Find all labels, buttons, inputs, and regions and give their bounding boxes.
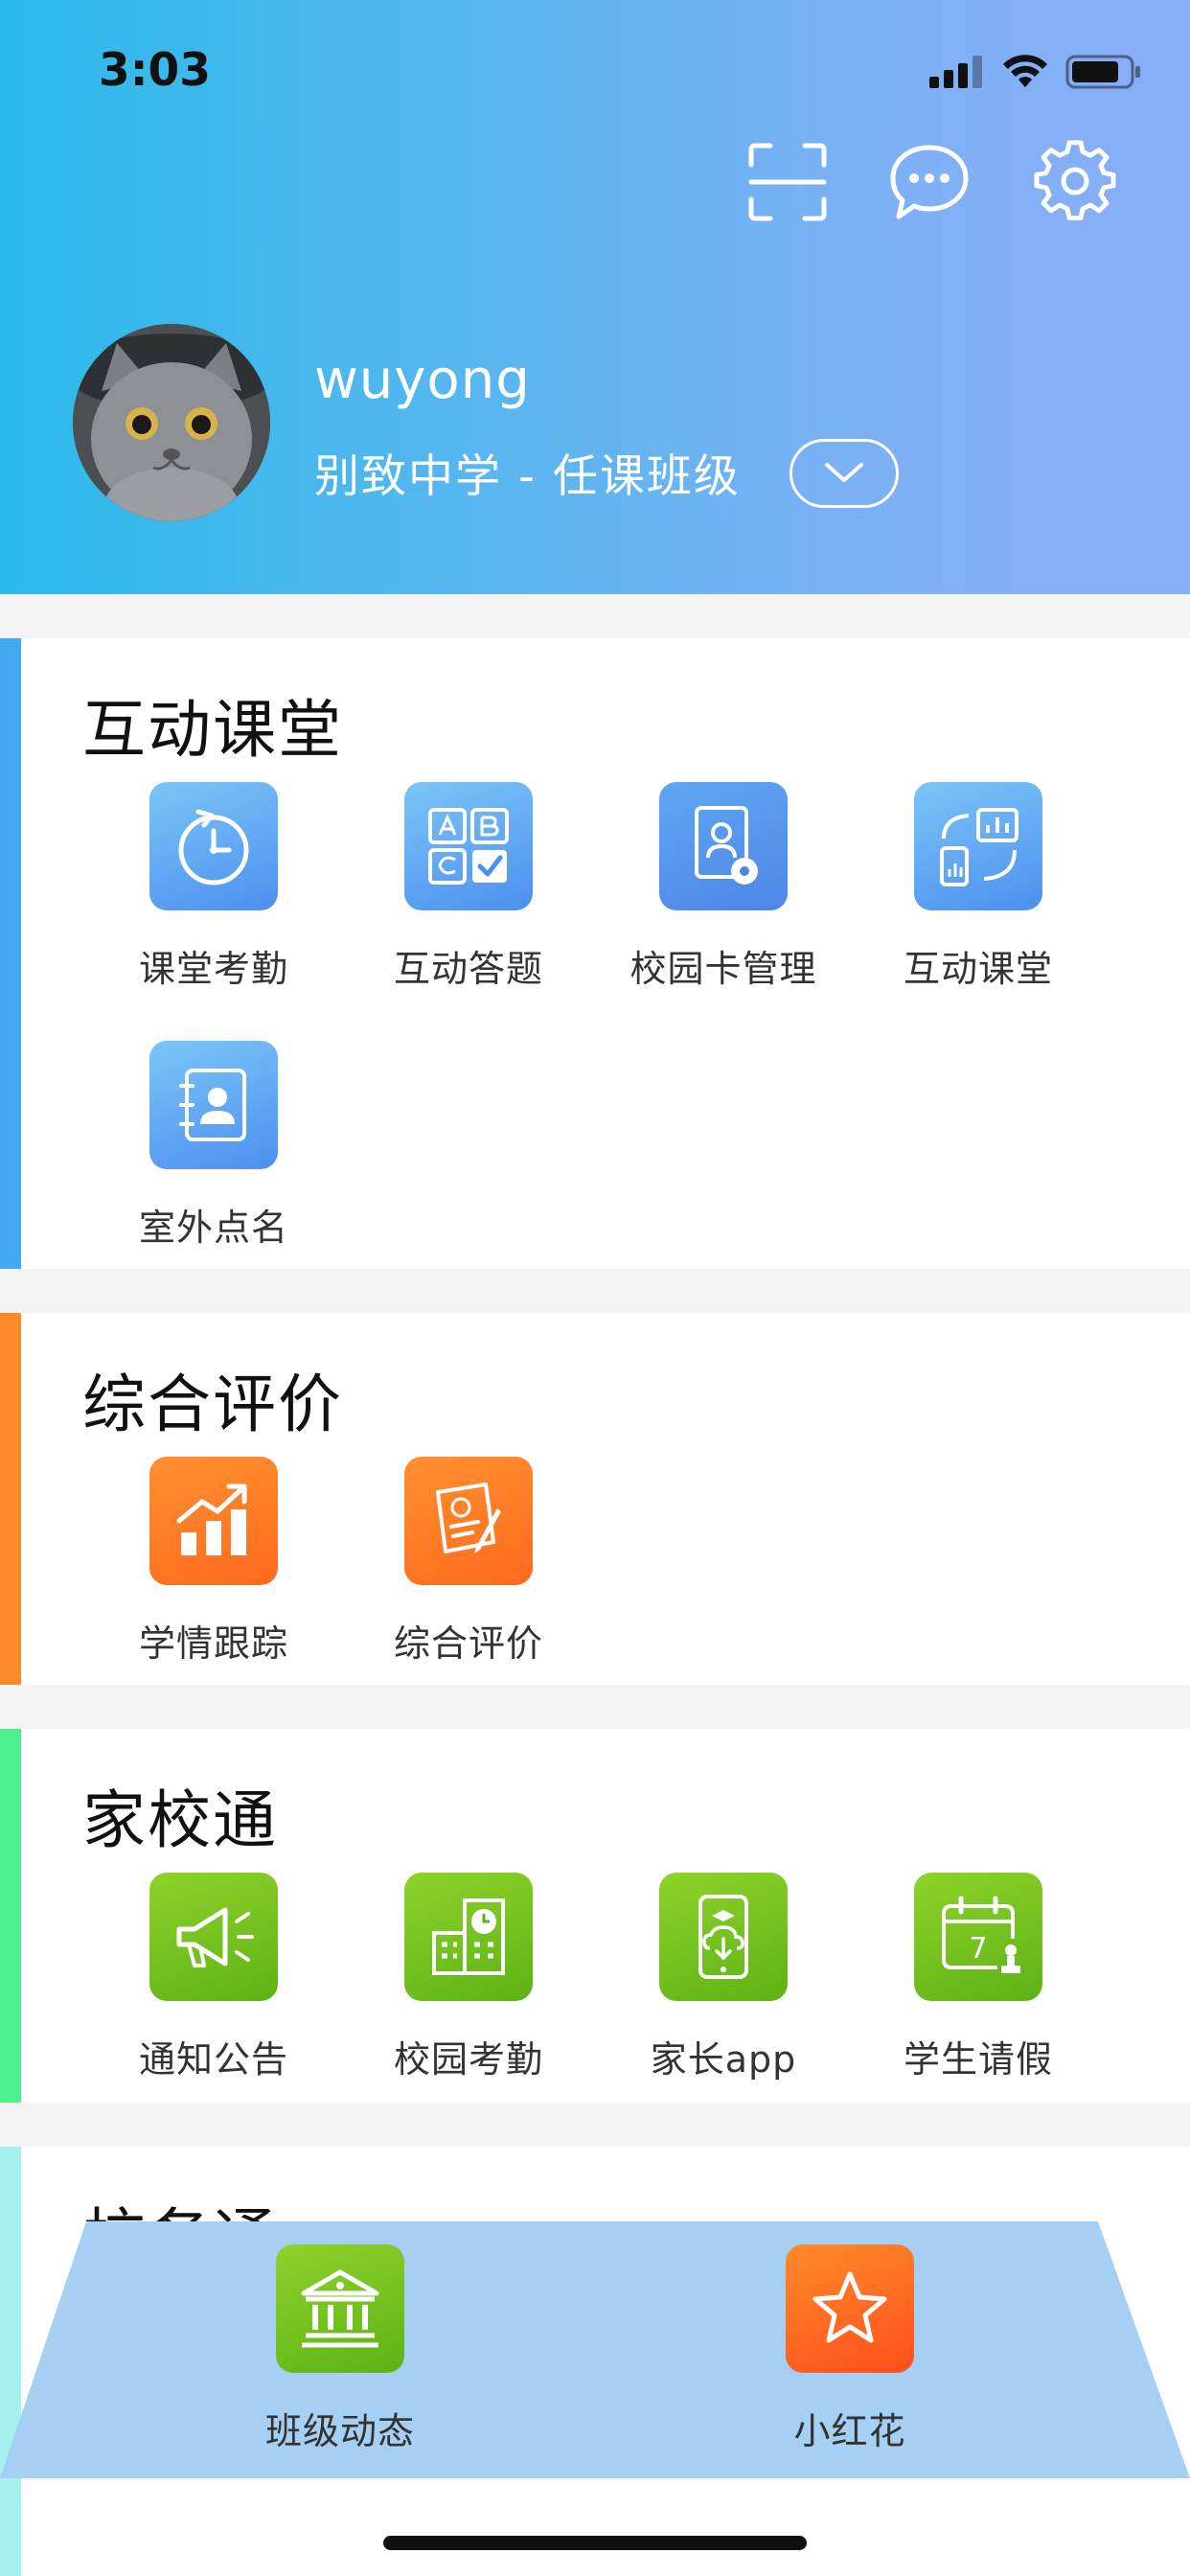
section-title: 家校通 — [82, 1783, 278, 1857]
settings-icon[interactable] — [1033, 140, 1117, 224]
home-indicator[interactable] — [383, 2536, 807, 2550]
section-title: 互动课堂 — [82, 693, 343, 767]
school-class-label: 别致中学 - 任课班级 — [314, 450, 741, 503]
card-settings-icon — [659, 782, 788, 910]
section-home-school: 家校通 通知公告 校园考勤 家长app 7 学生请假 — [0, 1729, 1190, 2103]
section-title: 综合评价 — [82, 1368, 343, 1441]
tile-label: 课堂考勤 — [138, 948, 288, 990]
class-switch-button[interactable] — [790, 439, 899, 508]
tile-interactive-quiz[interactable]: 互动答题 — [341, 782, 596, 1002]
tile-label: 学情跟踪 — [138, 1622, 288, 1665]
app-screen: 3:03 wuyong 别致中学 - 任课班级 互动课堂 课堂考勤 互动答题 校… — [0, 0, 1190, 2576]
section-interactive-class: 互动课堂 课堂考勤 互动答题 校园卡管理 互动课堂 室外点名 — [0, 638, 1190, 1269]
megaphone-icon — [149, 1873, 278, 2001]
tile-learning-tracking[interactable]: 学情跟踪 — [86, 1457, 341, 1677]
status-icons — [929, 54, 1142, 90]
tile-label: 学生请假 — [903, 2038, 1053, 2081]
chevron-down-icon — [825, 463, 863, 482]
svg-text:7: 7 — [969, 1932, 987, 1966]
message-icon[interactable] — [887, 140, 972, 224]
tile-label: 室外点名 — [138, 1207, 288, 1249]
building-clock-icon — [404, 1873, 533, 2001]
institution-icon — [276, 2244, 404, 2373]
interactive-class-icon — [914, 782, 1042, 910]
floating-quick-bar: 班级动态 小红花 — [0, 2221, 1190, 2478]
tile-parent-app[interactable]: 家长app — [596, 1873, 851, 2093]
scan-icon[interactable] — [745, 140, 830, 224]
growth-chart-icon — [149, 1457, 278, 1585]
tile-label: 校园卡管理 — [629, 948, 817, 990]
clock-attendance-icon — [149, 782, 278, 910]
tile-label: 综合评价 — [393, 1622, 543, 1665]
username: wuyong — [314, 349, 531, 411]
star-icon — [786, 2244, 914, 2373]
section-accent-bar — [0, 638, 21, 1269]
quick-class-news[interactable]: 班级动态 — [213, 2244, 468, 2465]
phone-download-icon — [659, 1873, 788, 2001]
tile-outdoor-rollcall[interactable]: 室外点名 — [86, 1041, 341, 1261]
tile-campus-card[interactable]: 校园卡管理 — [596, 782, 851, 1002]
tile-student-leave[interactable]: 7 学生请假 — [851, 1873, 1106, 2093]
wifi-icon — [1003, 55, 1047, 87]
tile-label: 通知公告 — [138, 2038, 288, 2081]
tile-comprehensive-evaluation[interactable]: 综合评价 — [341, 1457, 596, 1677]
section-accent-bar — [0, 1729, 21, 2103]
quick-label: 小红花 — [793, 2410, 906, 2452]
tile-label: 互动答题 — [393, 948, 543, 990]
evaluation-paper-icon — [404, 1457, 533, 1585]
tile-label: 互动课堂 — [903, 948, 1053, 990]
tile-notice[interactable]: 通知公告 — [86, 1873, 341, 2093]
tile-campus-attendance[interactable]: 校园考勤 — [341, 1873, 596, 2093]
tile-interactive-classroom[interactable]: 互动课堂 — [851, 782, 1106, 1002]
battery-icon — [1065, 55, 1140, 89]
section-accent-bar — [0, 1313, 21, 1685]
abc-quiz-icon — [404, 782, 533, 910]
contact-book-icon — [149, 1041, 278, 1169]
profile-header: 3:03 wuyong 别致中学 - 任课班级 — [0, 0, 1190, 594]
section-comprehensive-evaluation: 综合评价 学情跟踪 综合评价 — [0, 1313, 1190, 1685]
cellular-signal-icon — [929, 56, 982, 88]
floating-bar-background — [0, 2221, 1190, 2478]
quick-red-flower[interactable]: 小红花 — [722, 2244, 977, 2465]
quick-label: 班级动态 — [264, 2410, 415, 2452]
tile-label: 家长app — [650, 2038, 797, 2081]
cat-avatar-image — [73, 324, 270, 521]
calendar-stamp-icon: 7 — [914, 1873, 1042, 2001]
status-time: 3:03 — [99, 44, 211, 97]
tile-class-attendance[interactable]: 课堂考勤 — [86, 782, 341, 1002]
tile-label: 校园考勤 — [393, 2038, 543, 2081]
avatar[interactable] — [73, 324, 270, 521]
